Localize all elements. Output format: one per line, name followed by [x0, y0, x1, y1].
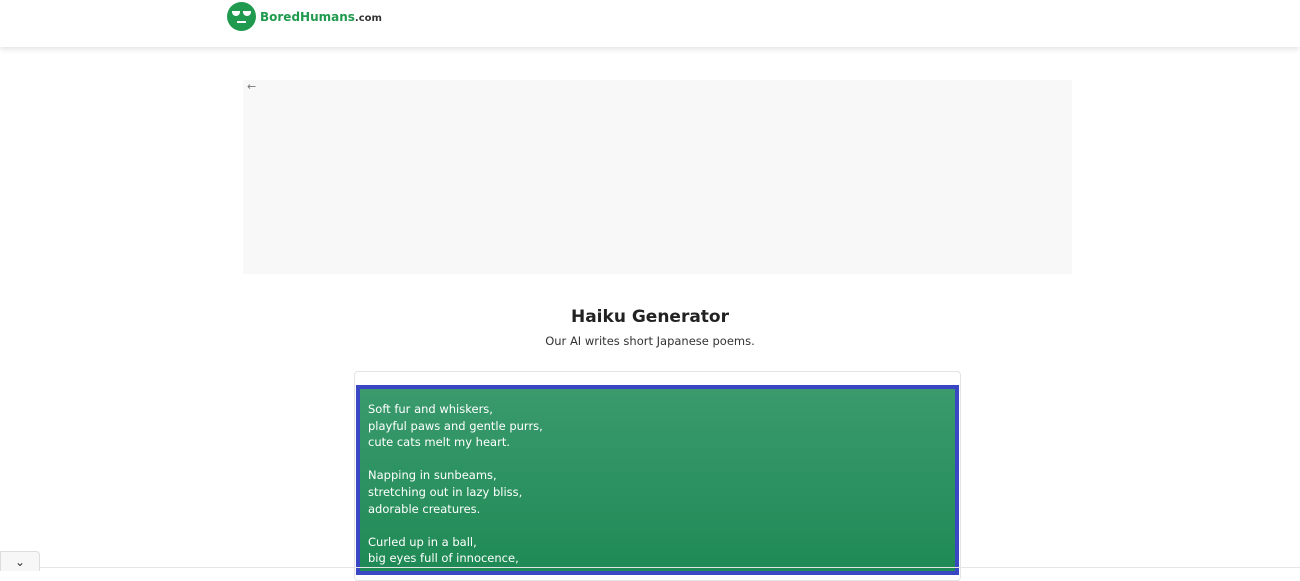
haiku-output: Soft fur and whiskers, playful paws and …: [356, 385, 959, 575]
divider: [40, 567, 1300, 568]
site-logo[interactable]: BoredHumans.com: [227, 2, 382, 31]
page-subtitle: Our AI writes short Japanese poems.: [545, 334, 755, 348]
ad-banner[interactable]: ←: [243, 80, 1072, 274]
page-title: Haiku Generator: [570, 307, 729, 327]
site-header: BoredHumans.com: [0, 0, 1300, 47]
logo-face-icon: [227, 2, 256, 31]
arrow-left-icon[interactable]: ←: [247, 80, 256, 93]
logo-text: BoredHumans.com: [260, 9, 382, 24]
chevron-down-icon[interactable]: ⌄: [0, 551, 40, 571]
